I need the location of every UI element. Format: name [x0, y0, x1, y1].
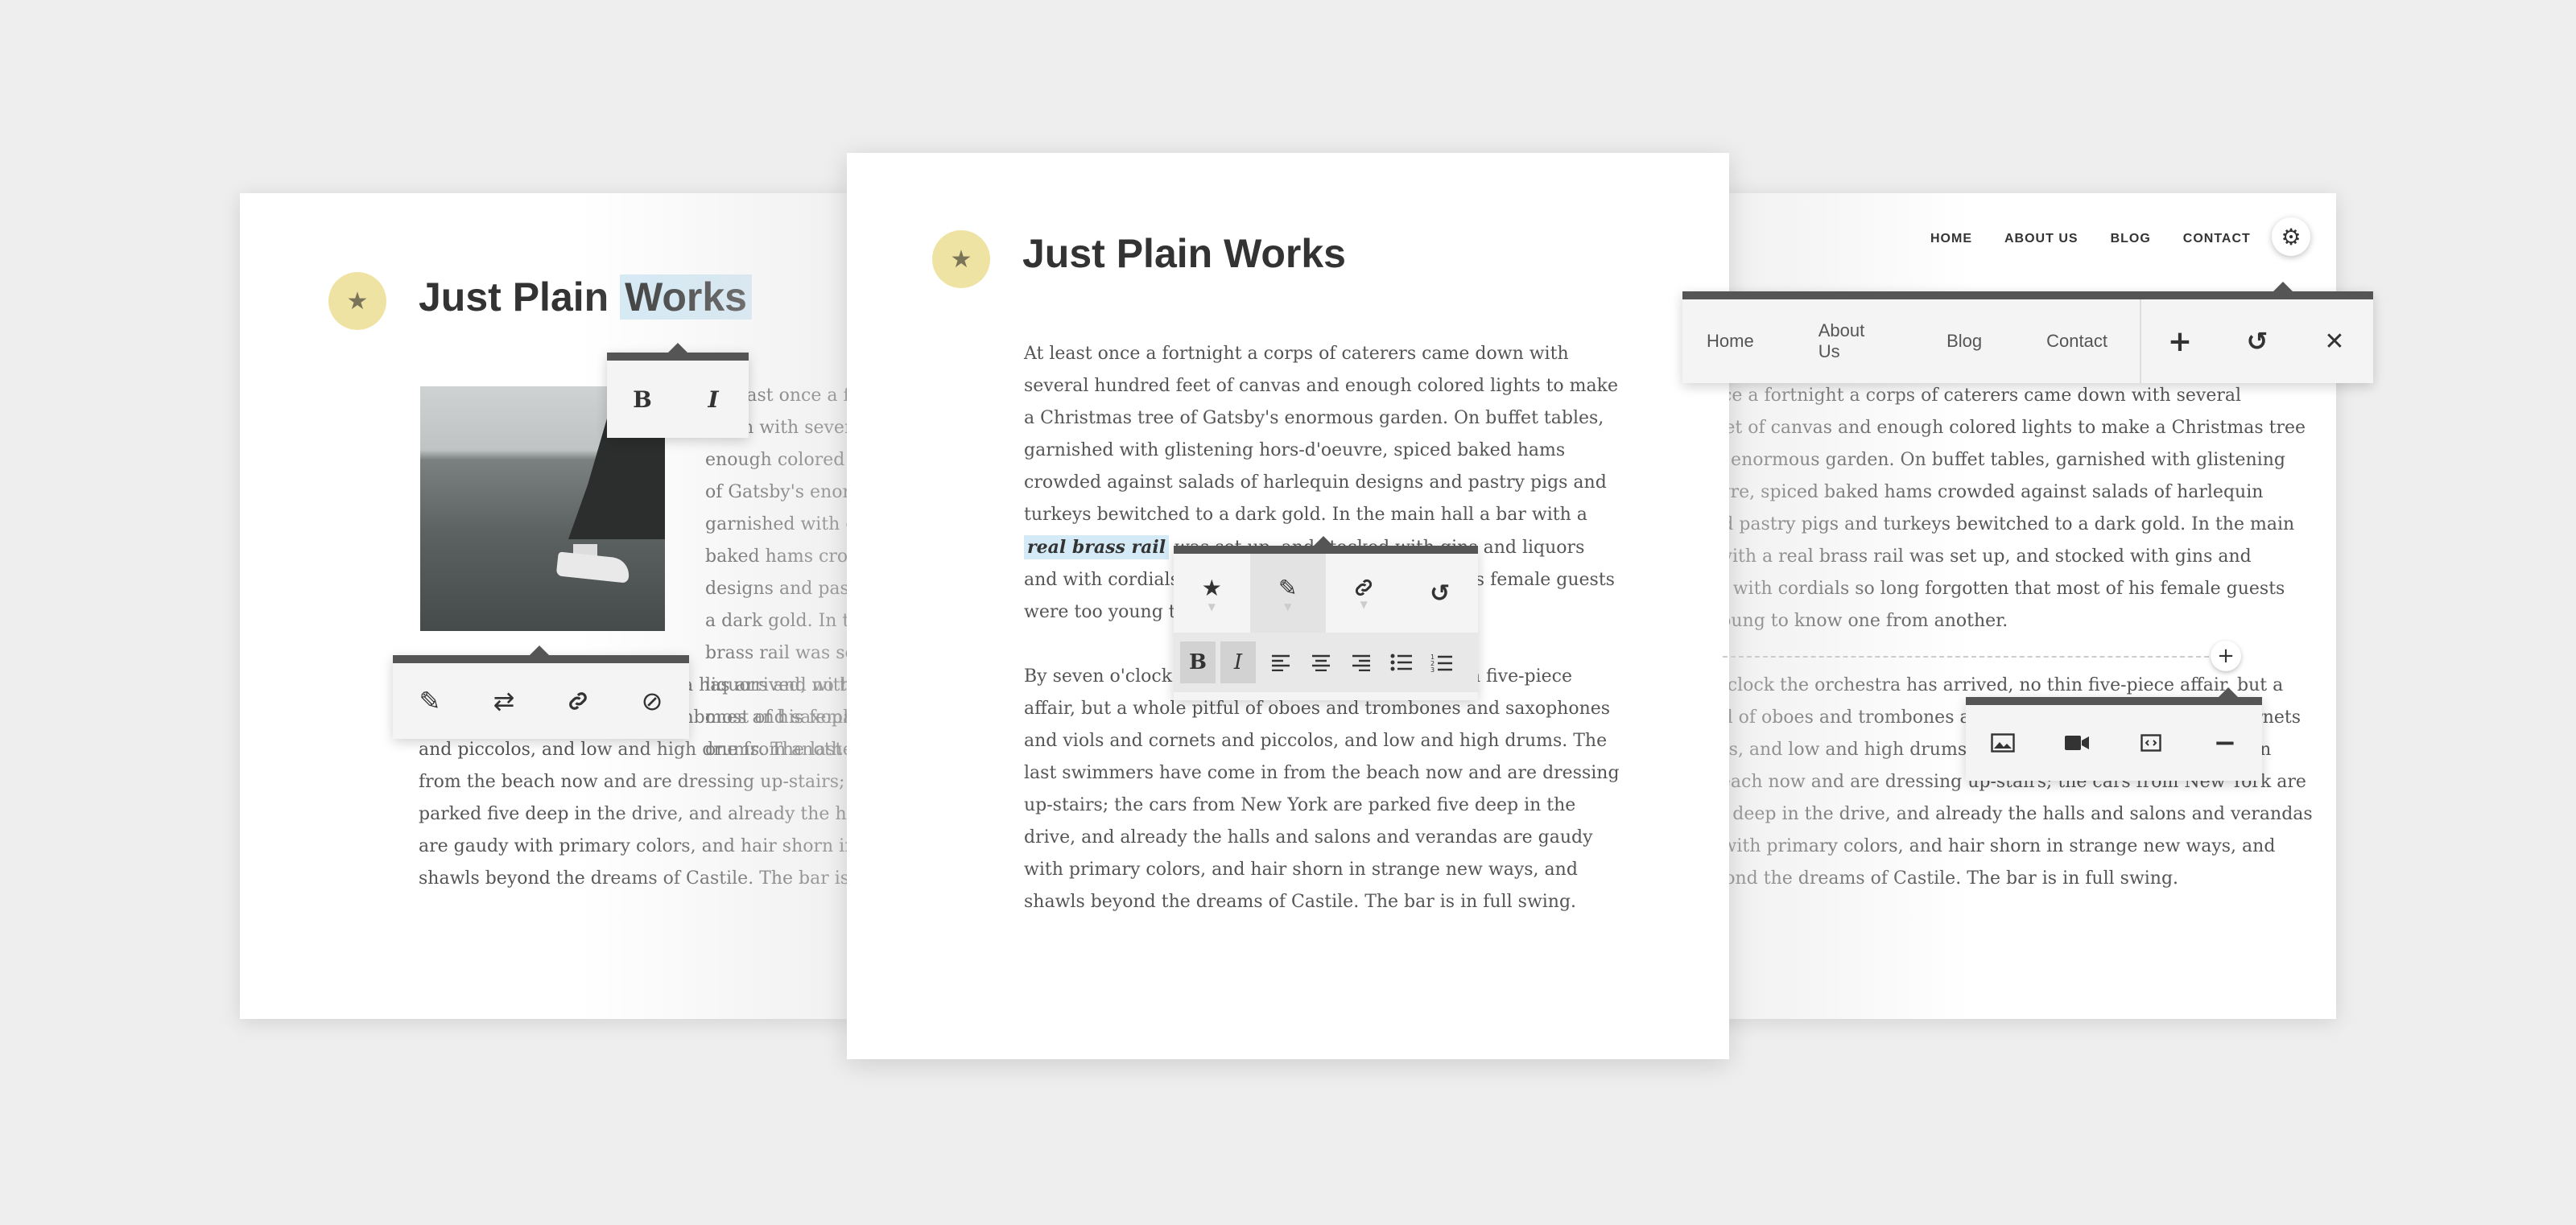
menu-actions: + ↺ ✕: [2140, 299, 2373, 383]
svg-text:3: 3: [1430, 666, 1435, 672]
plus-icon[interactable]: +: [2211, 641, 2241, 671]
link-icon[interactable]: ▼: [1326, 554, 1402, 633]
menu-item-about[interactable]: About Us: [1786, 320, 1914, 362]
swap-icon[interactable]: ⇄: [467, 663, 541, 739]
numbered-list-icon[interactable]: 123: [1422, 641, 1462, 683]
bold-button[interactable]: B: [1180, 641, 1216, 683]
gear-icon[interactable]: ⚙: [2272, 217, 2310, 256]
selected-title-word[interactable]: Works: [620, 274, 752, 320]
undo-icon[interactable]: ↺: [2219, 299, 2296, 383]
insert-divider: [1723, 656, 2209, 658]
toolbar-arrow: [2273, 282, 2293, 291]
insert-toolbar: −: [1966, 687, 2262, 781]
page-title: Just Plain Works: [1022, 231, 1346, 276]
toolbar-arrow: [2219, 687, 2238, 697]
star-icon: ★: [328, 272, 386, 330]
pencil-icon[interactable]: ✎ ▼: [1249, 554, 1326, 633]
video-icon[interactable]: [2040, 705, 2114, 781]
toolbar-arrow: [1314, 536, 1333, 546]
rich-text-toolbar: ★ ▼ ✎ ▼ ▼ ↺ B I 123: [1174, 536, 1478, 700]
align-right-icon[interactable]: [1341, 641, 1381, 683]
embed-icon[interactable]: [2114, 705, 2188, 781]
close-icon[interactable]: ✕: [2296, 299, 2373, 383]
bullet-list-icon[interactable]: [1381, 641, 1422, 683]
paragraph: At least once a fortnight a corps of cat…: [1715, 386, 2306, 631]
star-icon: ★: [932, 230, 990, 288]
toolbar-arrow: [668, 343, 687, 353]
plus-icon[interactable]: +: [2141, 299, 2219, 383]
align-left-icon[interactable]: [1261, 641, 1301, 683]
align-center-icon[interactable]: [1301, 641, 1341, 683]
menu-item-blog[interactable]: Blog: [1914, 331, 2014, 352]
toolbar-bottom-row: B I 123: [1174, 633, 1478, 692]
italic-button[interactable]: I: [1220, 641, 1256, 683]
nav-link-about[interactable]: ABOUT US: [2004, 232, 2079, 246]
nav-link-home[interactable]: HOME: [1930, 232, 1972, 246]
minus-icon[interactable]: −: [2188, 705, 2262, 781]
boat-shape: [555, 551, 631, 584]
toolbar-arrow: [530, 645, 549, 655]
menu-editor-toolbar: Home About Us Blog Contact + ↺ ✕: [1682, 282, 2373, 383]
menu-item-home[interactable]: Home: [1682, 331, 1786, 352]
image-toolbar: ✎ ⇄ ⊘: [393, 645, 689, 739]
menu-items: Home About Us Blog Contact: [1682, 299, 2140, 383]
edit-icon[interactable]: ✎: [393, 663, 467, 739]
selected-text[interactable]: real brass rail: [1024, 535, 1170, 559]
link-icon[interactable]: [541, 663, 615, 739]
star-icon[interactable]: ★ ▼: [1174, 554, 1250, 633]
menu-item-contact[interactable]: Contact: [2014, 331, 2140, 352]
italic-button[interactable]: I: [678, 361, 749, 438]
page-title: Just Plain Works: [419, 274, 752, 320]
remove-icon[interactable]: ⊘: [615, 663, 689, 739]
nav-link-contact[interactable]: CONTACT: [2183, 232, 2251, 246]
toolbar-top-row: ★ ▼ ✎ ▼ ▼ ↺: [1174, 554, 1478, 633]
bold-button[interactable]: B: [607, 361, 678, 438]
undo-icon[interactable]: ↺: [1402, 554, 1479, 633]
format-toolbar: B I: [607, 343, 749, 438]
top-nav: HOME ABOUT US BLOG CONTACT: [1930, 232, 2251, 246]
image-icon[interactable]: [1966, 705, 2040, 781]
nav-link-blog[interactable]: BLOG: [2111, 232, 2151, 246]
